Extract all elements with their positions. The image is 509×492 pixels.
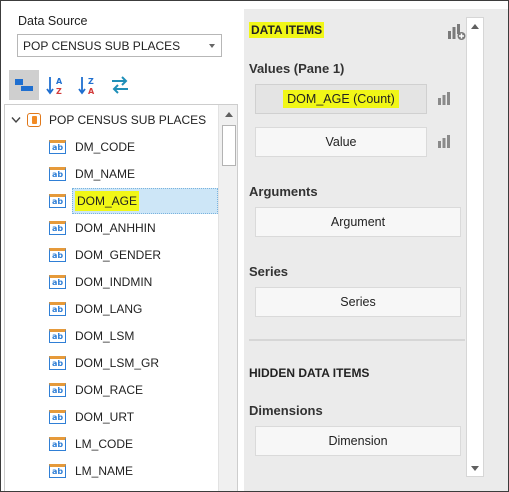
field-item[interactable]: ab DOM_ANHHIN: [49, 216, 159, 240]
field-item-label: DOM_RACE: [75, 383, 144, 397]
selected-field-highlight: DOM_AGE: [72, 188, 218, 214]
svg-text:Z: Z: [88, 77, 94, 86]
arguments-label: Arguments: [249, 184, 318, 199]
string-field-icon: ab: [49, 302, 66, 316]
string-field-icon: ab: [49, 167, 66, 181]
field-item[interactable]: ab LM_CODE: [49, 432, 136, 456]
bar-chart-icon[interactable]: [436, 90, 452, 106]
field-item-label: DOM_ANHHIN: [75, 221, 156, 235]
field-item[interactable]: ab DOM_URT: [49, 405, 137, 429]
hidden-data-items-title: HIDDEN DATA ITEMS: [249, 366, 370, 380]
string-field-icon: ab: [49, 356, 66, 370]
field-item[interactable]: ab DOM_RACE: [49, 378, 146, 402]
string-field-icon: ab: [49, 194, 66, 208]
string-field-icon: ab: [49, 464, 66, 478]
svg-text:A: A: [88, 87, 95, 96]
svg-text:A: A: [56, 77, 63, 86]
field-item[interactable]: ab DOM_INDMIN: [49, 270, 155, 294]
dimensions-label: Dimensions: [249, 403, 323, 418]
series-label: Series: [249, 264, 289, 279]
dimension-slot-label: Dimension: [328, 434, 388, 448]
group-fields-icon: [15, 79, 33, 91]
string-field-icon: ab: [49, 437, 66, 451]
scroll-thumb[interactable]: [222, 125, 236, 166]
bar-chart-icon[interactable]: [436, 133, 452, 149]
add-chart-item-icon[interactable]: [446, 23, 466, 41]
field-item[interactable]: ab: [49, 486, 78, 491]
string-field-icon: ab: [49, 275, 66, 289]
field-item[interactable]: ab DM_CODE: [49, 135, 138, 159]
string-field-icon: ab: [49, 221, 66, 235]
field-item-label: DM_CODE: [75, 140, 136, 154]
field-item[interactable]: ab DOM_GENDER: [49, 243, 164, 267]
dimension-slot[interactable]: Dimension: [255, 426, 461, 456]
refresh-swap-button[interactable]: [105, 70, 135, 100]
value-slot-label: DOM_AGE (Count): [283, 90, 399, 108]
field-item-label: LM_CODE: [75, 437, 134, 451]
values-label: Values (Pane 1): [249, 61, 345, 76]
tree-root-label: POP CENSUS SUB PLACES: [49, 113, 207, 127]
field-item-label: DM_NAME: [75, 167, 136, 181]
field-item-label: DOM_GENDER: [75, 248, 162, 262]
field-item-label: DOM_LSM: [75, 329, 135, 343]
string-field-icon: ab: [49, 248, 66, 262]
scroll-up-icon[interactable]: [467, 18, 483, 34]
data-binding-panel: Data Source POP CENSUS SUB PLACES A Z Z: [0, 0, 509, 492]
section-divider: [249, 339, 465, 341]
field-item[interactable]: ab DOM_LSM_GR: [49, 351, 162, 375]
field-item[interactable]: ab DOM_LANG: [49, 297, 145, 321]
string-field-icon: ab: [49, 410, 66, 424]
field-item-label: DOM_LSM_GR: [75, 356, 160, 370]
value-slot-empty[interactable]: Value: [255, 127, 427, 157]
data-source-dropdown[interactable]: POP CENSUS SUB PLACES: [17, 34, 222, 57]
value-slot-label: Value: [325, 135, 357, 149]
sort-descending-icon: Z A: [78, 77, 95, 96]
data-source-value: POP CENSUS SUB PLACES: [23, 38, 181, 53]
field-item-label: LM_NAME: [75, 464, 134, 478]
field-item-label: DOM_AGE: [75, 191, 140, 211]
chevron-down-icon[interactable]: [5, 116, 27, 124]
series-slot[interactable]: Series: [255, 287, 461, 317]
string-field-icon: ab: [49, 140, 66, 154]
field-item-label: DOM_LANG: [75, 302, 143, 316]
data-items-title: DATA ITEMS: [249, 22, 325, 38]
tree-root-node[interactable]: POP CENSUS SUB PLACES: [5, 108, 206, 132]
field-tree-scrollbar[interactable]: [218, 105, 237, 491]
sort-descending-button[interactable]: Z A: [73, 70, 103, 100]
field-tree: POP CENSUS SUB PLACES ab DM_CODE ab DM_NAME…: [4, 104, 238, 491]
argument-slot-label: Argument: [330, 215, 386, 229]
argument-slot[interactable]: Argument: [255, 207, 461, 237]
refresh-swap-icon: [112, 76, 128, 94]
field-item[interactable]: ab DM_NAME: [49, 162, 138, 186]
string-field-icon: ab: [49, 329, 66, 343]
value-slot-dom-age[interactable]: DOM_AGE (Count): [255, 84, 427, 114]
data-items-panel: DATA ITEMS Values (Pane 1) DOM_AGE (Coun…: [249, 14, 465, 491]
data-source-label: Data Source: [18, 14, 88, 28]
field-item[interactable]: ab LM_NAME: [49, 459, 136, 483]
field-item[interactable]: ab DOM_AGE: [49, 188, 218, 214]
field-item-label: DOM_URT: [75, 410, 135, 424]
svg-text:Z: Z: [56, 87, 62, 96]
field-list-toolbar: A Z Z A: [9, 70, 137, 103]
field-item[interactable]: ab DOM_LSM: [49, 324, 137, 348]
sort-ascending-button[interactable]: A Z: [41, 70, 71, 100]
chevron-down-icon[interactable]: [203, 35, 221, 56]
scroll-up-icon[interactable]: [219, 105, 237, 123]
scroll-down-icon[interactable]: [467, 460, 483, 476]
data-items-scrollbar[interactable]: [466, 17, 484, 477]
string-field-icon: ab: [49, 383, 66, 397]
datasource-icon: [27, 113, 41, 127]
sort-ascending-icon: A Z: [46, 77, 63, 96]
group-fields-button[interactable]: [9, 70, 39, 100]
series-slot-label: Series: [340, 295, 376, 309]
data-items-pane: DATA ITEMS Values (Pane 1) DOM_AGE (Coun…: [244, 9, 508, 491]
field-item-label: DOM_INDMIN: [75, 275, 153, 289]
